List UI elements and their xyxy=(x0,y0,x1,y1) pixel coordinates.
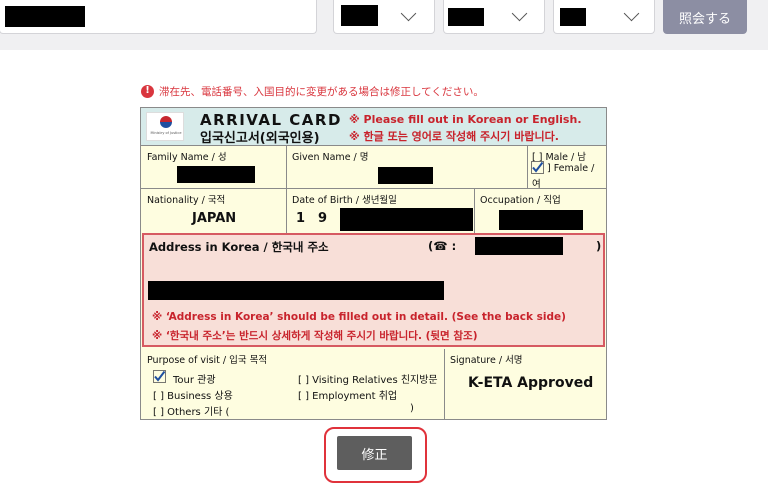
occupation-cell: Occupation / 직업 xyxy=(475,189,606,233)
phone-label: (☎ : xyxy=(428,239,457,253)
sex-cell: [ ] Male / 남 ] Female / 여 xyxy=(528,146,606,190)
purpose-tour: Tour 관광 xyxy=(173,375,216,386)
select-1[interactable] xyxy=(333,0,435,34)
given-name-label: Given Name / 명 xyxy=(292,152,369,163)
checkmark-icon xyxy=(531,161,544,174)
name-input[interactable] xyxy=(0,0,317,34)
redacted-dob xyxy=(340,208,473,231)
occupation-label: Occupation / 직업 xyxy=(480,195,561,206)
search-form-bar: 照会する xyxy=(0,0,768,50)
nationality-value: JAPAN xyxy=(192,211,237,226)
signature-cell: Signature / 서명 K-ETA Approved xyxy=(445,349,606,419)
dob-cell: Date of Birth / 생년월일 1 9 xyxy=(287,189,475,233)
signature-value: K-ETA Approved xyxy=(468,375,594,391)
arrival-card: Ministry of Justice ARRIVAL CARD 입국신고서(외… xyxy=(140,107,607,420)
sex-female-ko: 여 xyxy=(532,179,541,190)
given-name-cell: Given Name / 명 xyxy=(287,146,528,189)
redacted-text xyxy=(5,6,85,27)
redacted-family-name xyxy=(177,166,255,183)
family-name-label: Family Name / 성 xyxy=(147,152,227,163)
phone-close: ) xyxy=(596,239,602,253)
address-section: Address in Korea / 한국내 주소 (☎ : ) ※ ‘Addr… xyxy=(142,233,605,347)
inquiry-button[interactable]: 照会する xyxy=(663,0,747,34)
chevron-down-icon xyxy=(511,5,528,22)
purpose-others: [ ] Others 기타 ( xyxy=(153,407,230,418)
notice-text: 滞在先、電話番号、入国目的に変更がある場合は修正してください。 xyxy=(159,85,484,98)
dob-digit: 1 xyxy=(296,211,306,226)
exclamation-circle-icon: ! xyxy=(141,84,154,98)
redacted-given-name xyxy=(378,167,433,184)
purpose-cell: Purpose of visit / 입국 목적 Tour 관광 [ ] Bus… xyxy=(141,349,445,419)
taegeuk-icon xyxy=(160,116,172,128)
logo-caption: Ministry of Justice xyxy=(150,131,182,135)
card-title-ko: 입국신고서(외국인용) xyxy=(200,131,320,146)
purpose-visiting: [ ] Visiting Relatives 친지방문 xyxy=(298,375,438,386)
signature-label: Signature / 서명 xyxy=(450,355,523,366)
redacted-text xyxy=(560,8,586,26)
redacted-address xyxy=(148,281,444,300)
address-note-ko: ※ ‘한국내 주소’는 반드시 상세하게 작성해 주시기 바랍니다. (뒷면 참… xyxy=(152,330,478,342)
dob-digit: 9 xyxy=(318,211,328,226)
purpose-business: [ ] Business 상용 xyxy=(153,391,233,402)
sex-female-option: ] Female / xyxy=(547,163,595,174)
chevron-down-icon xyxy=(400,5,417,22)
address-label: Address in Korea / 한국내 주소 xyxy=(149,240,329,254)
checkmark-icon xyxy=(153,370,166,383)
select-3[interactable] xyxy=(553,0,655,34)
purpose-others-close: ) xyxy=(410,403,414,414)
select-2[interactable] xyxy=(443,0,545,34)
family-name-cell: Family Name / 성 xyxy=(141,146,287,189)
fix-button[interactable]: 修正 xyxy=(337,436,412,470)
nationality-cell: Nationality / 국적 JAPAN xyxy=(141,189,287,233)
address-note-en: ※ ‘Address in Korea’ should be filled ou… xyxy=(152,311,566,323)
purpose-label: Purpose of visit / 입국 목적 xyxy=(147,355,268,366)
notice-message: ! 滞在先、電話番号、入国目的に変更がある場合は修正してください。 xyxy=(141,83,484,99)
redacted-text xyxy=(448,8,484,26)
ministry-logo: Ministry of Justice xyxy=(146,112,184,141)
nationality-label: Nationality / 국적 xyxy=(147,195,226,206)
redacted-occupation xyxy=(499,210,583,230)
header-note-ko: ※ 한글 또는 영어로 작성해 주시기 바랍니다. xyxy=(349,130,559,143)
dob-label: Date of Birth / 생년월일 xyxy=(292,195,397,206)
card-header: Ministry of Justice ARRIVAL CARD 입국신고서(외… xyxy=(141,108,606,146)
redacted-phone xyxy=(475,237,563,255)
header-note-en: ※ Please fill out in Korean or English. xyxy=(349,113,582,126)
chevron-down-icon xyxy=(623,5,640,22)
redacted-text xyxy=(341,5,378,26)
purpose-employment: [ ] Employment 취업 xyxy=(298,391,398,402)
